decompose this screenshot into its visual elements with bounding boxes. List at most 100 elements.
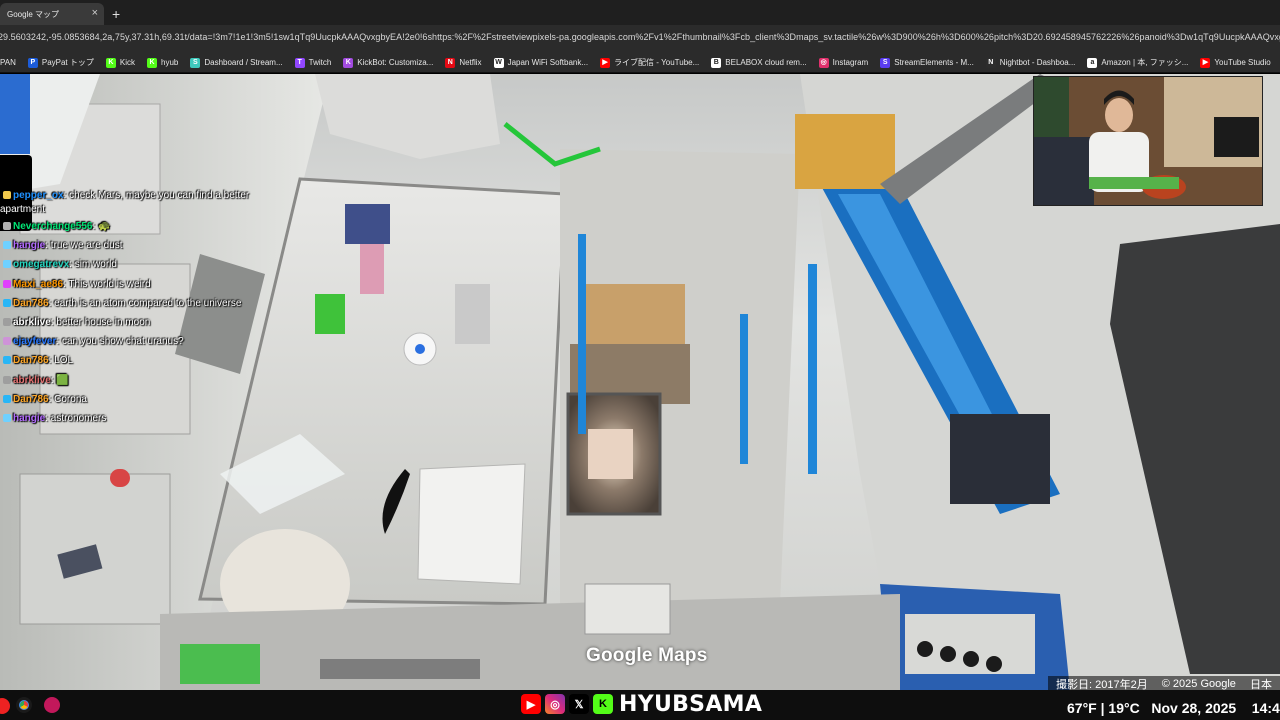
media-player-icon[interactable] (44, 697, 60, 713)
chat-message: abrklive: better house in moon (0, 313, 300, 332)
bookmark-label: Netflix (459, 58, 482, 67)
instagram-icon: ◎ (545, 694, 565, 714)
bookmark-item[interactable]: Khyub (147, 57, 179, 68)
chat-username: Dan786 (13, 393, 49, 405)
bookmark-label: hyub (161, 58, 179, 67)
address-url[interactable]: 29.5603242,-95.0853684,2a,75y,37.31h,69.… (0, 32, 1280, 42)
copyright[interactable]: © 2025 Google (1162, 678, 1236, 690)
bookmark-label: PAN (0, 58, 16, 67)
bookmark-label: YouTube Studio (1214, 58, 1271, 67)
chat-badge-icon (3, 222, 11, 230)
chat-message: Dan786: Corona (0, 390, 300, 409)
chat-username: Maxi_ae86 (13, 278, 64, 290)
bookmark-item[interactable]: N Nightbot - Dashboa... (985, 57, 1076, 68)
date-readout: Nov 28, 2025 (1151, 700, 1237, 716)
bookmark-item[interactable]: B BELABOX cloud rem... (711, 57, 807, 68)
bookmark-favicon-icon: ◎ (818, 57, 829, 68)
chat-message: abrklive: 🟩 (0, 371, 300, 390)
bookmarks-bar: PAN P PayPat トップ K Kick Khyub S Dashboard / Str… (0, 53, 1280, 73)
chat-text: 🐢 (98, 221, 111, 232)
bookmark-item[interactable]: S StreamElements - M... (880, 57, 974, 68)
bookmark-label: Nightbot - Dashboa... (999, 58, 1076, 67)
bookmark-label: KickBot: Customiza... (357, 58, 434, 67)
bookmark-favicon-icon: ▶ (600, 57, 611, 68)
chat-username: abrklive (13, 374, 51, 386)
bookmark-item[interactable]: ▶ YouTube Studio (1200, 57, 1271, 68)
bookmark-label: StreamElements - M... (894, 58, 974, 67)
tab-google-maps[interactable]: Google マップ × (0, 3, 104, 25)
chat-message: hangie: astronomers (0, 409, 300, 428)
bookmark-favicon-icon: W (493, 57, 504, 68)
chat-text: sim world (74, 259, 117, 271)
chat-message: ejayfever: can you show chat uranus? (0, 332, 300, 351)
chat-username: omegatrevx (13, 259, 70, 271)
new-tab-icon[interactable]: + (112, 6, 120, 22)
bookmark-item[interactable]: S Dashboard / Stream... (190, 57, 283, 68)
chat-text: true we are dust (50, 240, 123, 252)
x-icon: 𝕏 (569, 694, 589, 714)
screen: Google マップ × + 29.5603242,-95.0853684,2a… (0, 0, 1280, 720)
bookmark-favicon-icon: S (880, 57, 891, 68)
chat-badge-icon (3, 298, 11, 307)
bookmark-item[interactable]: W Japan WiFi Softbank... (493, 57, 589, 68)
bookmark-item[interactable]: N Netflix (445, 57, 482, 68)
chat-text: LOL (54, 355, 74, 367)
bookmark-favicon-icon: S (190, 57, 201, 68)
map-credits: 撮影日: 2017年2月 © 2025 Google 日本 (1048, 676, 1280, 691)
bookmark-item[interactable]: a Amazon | 本, ファッシ... (1087, 57, 1188, 68)
chat-badge-icon (3, 375, 11, 384)
bookmark-label: Japan WiFi Softbank... (507, 58, 589, 67)
bookmark-item[interactable]: K KickBot: Customiza... (343, 57, 434, 68)
browser-tabbar: Google マップ × + (0, 0, 1280, 25)
kick-icon: K (593, 694, 613, 714)
chat-text: can you show chat uranus? (61, 336, 184, 348)
chat-username: abrklive (13, 316, 51, 328)
chat-username: hangie (13, 412, 46, 424)
bookmark-item[interactable]: ◎ Instagram (818, 57, 868, 68)
bookmark-item[interactable]: T Twitch (294, 57, 332, 68)
chrome-icon[interactable] (16, 697, 32, 713)
chat-badge-icon (3, 279, 11, 288)
chat-badge-icon (3, 413, 11, 422)
bookmark-favicon-icon: P (27, 57, 38, 68)
bookmark-label: PayPat トップ (41, 58, 94, 67)
google-maps-watermark: Google Maps (586, 645, 708, 666)
close-icon[interactable]: × (92, 7, 98, 19)
chat-username: Neverchange556 (13, 221, 93, 232)
app-icon[interactable] (0, 698, 10, 714)
chat-overlay: pepper_ox: check Mars, maybe you can fin… (0, 188, 300, 428)
stream-brand: ▶ ◎ 𝕏 K HYUBSAMA (521, 691, 762, 717)
chat-username: hangie (13, 240, 46, 252)
chat-message: pepper_ox: check Mars, maybe you can fin… (0, 187, 262, 217)
bookmark-favicon-icon: T (294, 57, 305, 68)
chat-badge-icon (3, 260, 11, 269)
weather-readout: 67°F | 19°C (1067, 700, 1140, 716)
bookmark-item[interactable]: PAN (0, 58, 16, 67)
bookmark-label: Twitch (308, 58, 332, 67)
chat-text: Corona (54, 393, 87, 405)
bookmark-item[interactable]: P PayPat トップ (27, 57, 94, 68)
bookmark-item[interactable]: ▶ ライブ配信 - YouTube... (600, 57, 699, 68)
streamer-name: HYUBSAMA (619, 691, 763, 717)
chat-username: Dan786 (13, 297, 49, 309)
chat-badge-icon (3, 356, 11, 365)
bookmark-label: ライブ配信 - YouTube... (614, 58, 700, 67)
chat-message: Dan786: earth is an atom compared to the… (0, 294, 300, 313)
clock-readout: 14:49:27 (1251, 700, 1280, 716)
bookmark-favicon-icon: K (105, 57, 116, 68)
chat-text: earth is an atom compared to the univers… (54, 297, 242, 309)
address-bar[interactable]: 29.5603242,-95.0853684,2a,75y,37.31h,69.… (0, 25, 1280, 53)
chat-username: Dan786 (13, 355, 49, 367)
chat-message: Neverchange556: 🐢 (0, 217, 300, 236)
chat-username: ejayfever (13, 336, 57, 348)
bookmark-item[interactable]: K Kick (105, 57, 135, 68)
chat-badge-icon (3, 241, 11, 250)
webcam-overlay (1033, 76, 1263, 206)
chat-text: astronomers (50, 412, 107, 424)
bookmark-label: Dashboard / Stream... (204, 58, 283, 67)
chat-badge-icon (3, 317, 11, 326)
chat-text: better house in moon (56, 316, 151, 328)
bookmark-favicon-icon: N (445, 57, 456, 68)
bookmark-favicon-icon: K (147, 57, 157, 68)
bookmark-label: BELABOX cloud rem... (725, 58, 807, 67)
